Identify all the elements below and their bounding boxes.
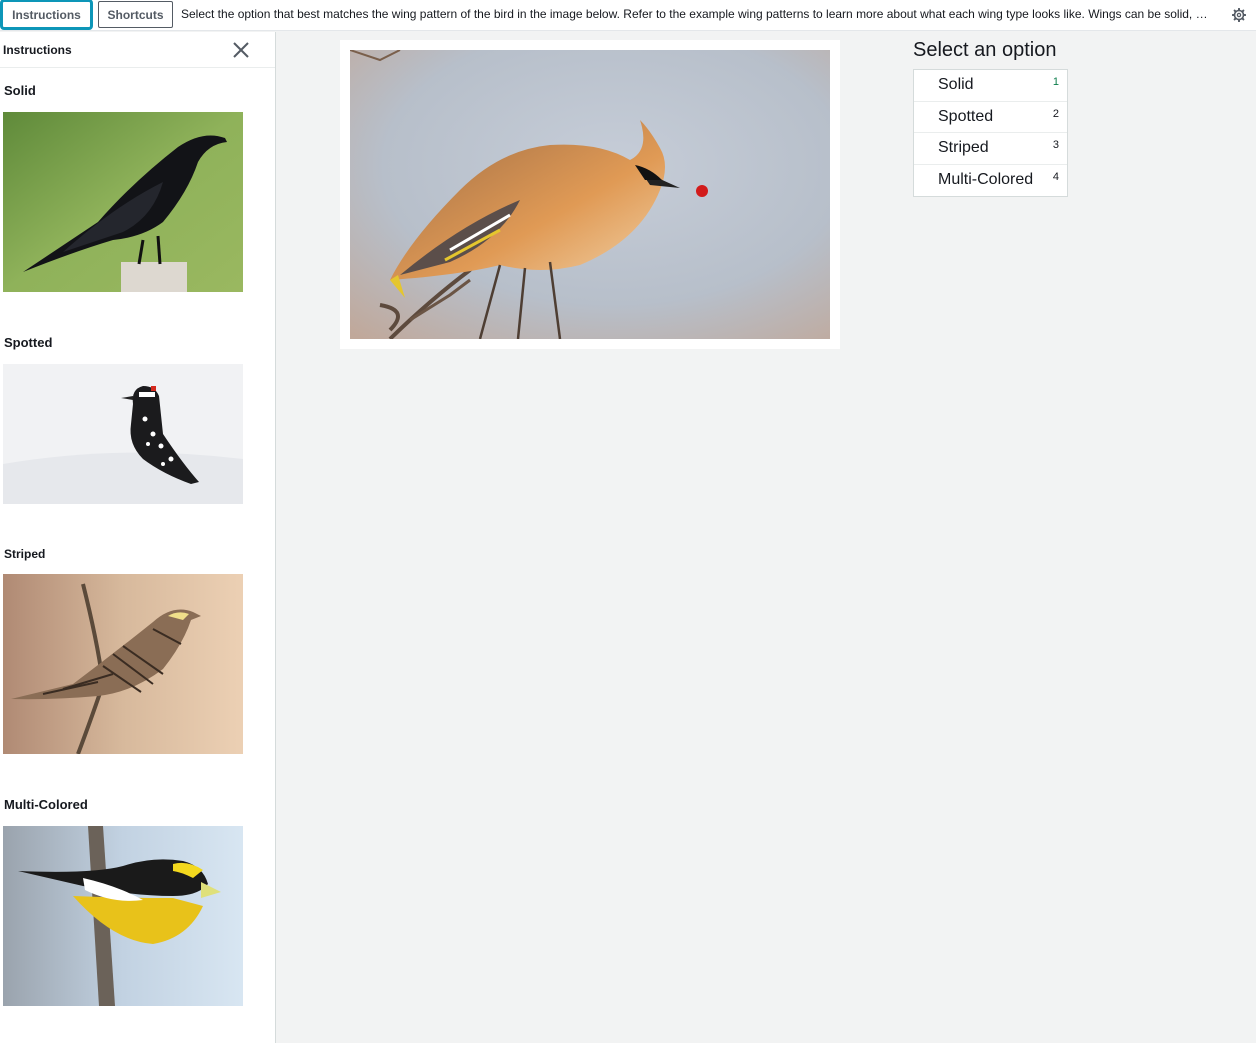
panel-title: Instructions: [3, 43, 72, 57]
option-solid[interactable]: Solid 1: [914, 70, 1067, 102]
top-bar: Instructions Shortcuts Select the option…: [0, 0, 1256, 31]
option-label: Spotted: [938, 107, 994, 125]
example-image-spotted: [3, 364, 243, 504]
option-spotted[interactable]: Spotted 2: [914, 101, 1067, 133]
shortcuts-button[interactable]: Shortcuts: [98, 1, 173, 28]
example-image-solid: [3, 112, 243, 292]
example-label-striped: Striped: [4, 547, 46, 561]
panel-header: Instructions: [0, 32, 275, 68]
close-icon[interactable]: [231, 40, 251, 60]
option-label: Striped: [938, 139, 989, 156]
main-bird-image: [340, 40, 840, 349]
option-shortcut-key: 3: [1052, 139, 1059, 151]
options-list: Solid 1 Spotted 2 Striped 3 Multi-Colore…: [913, 69, 1068, 197]
task-prompt: Select the option that best matches the …: [181, 7, 1208, 21]
option-striped[interactable]: Striped 3: [914, 133, 1067, 165]
options-title: Select an option: [913, 39, 1057, 61]
option-label: Solid: [938, 76, 974, 93]
option-shortcut-key: 1: [1052, 76, 1059, 88]
instructions-button[interactable]: Instructions: [2, 1, 91, 28]
option-label: Multi-Colored: [938, 170, 1034, 188]
option-shortcut-key: 4: [1052, 170, 1059, 183]
option-shortcut-key: 2: [1052, 107, 1059, 120]
example-image-striped: [3, 574, 243, 754]
option-multi-colored[interactable]: Multi-Colored 4: [914, 164, 1067, 196]
gear-icon[interactable]: [1231, 7, 1247, 23]
example-label-spotted: Spotted: [4, 335, 53, 350]
example-label-multi-colored: Multi-Colored: [4, 797, 88, 812]
example-image-multi-colored: [3, 826, 243, 1006]
example-label-solid: Solid: [4, 83, 36, 98]
instructions-panel: Instructions Solid Spotted Striped Multi…: [0, 32, 276, 1043]
